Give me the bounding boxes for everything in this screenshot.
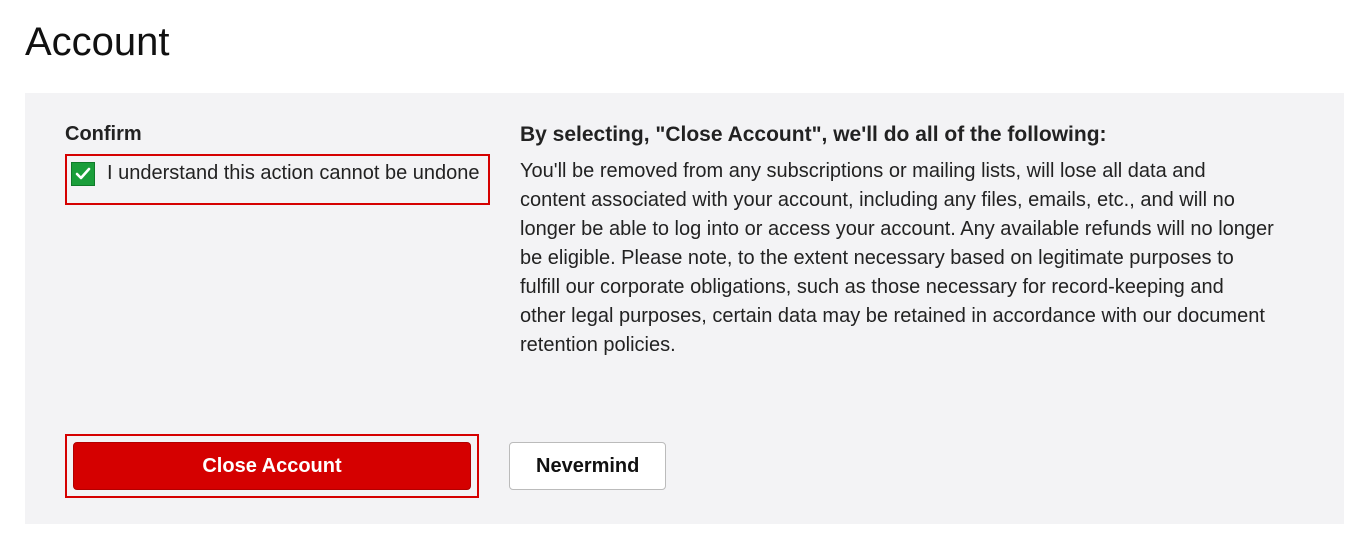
confirm-checkbox-row: I understand this action cannot be undon… [71, 160, 482, 187]
confirm-highlight-box: I understand this action cannot be undon… [65, 154, 490, 205]
info-column: By selecting, "Close Account", we'll do … [520, 123, 1304, 360]
panel-top: Confirm I understand this action cannot … [65, 123, 1304, 360]
confirm-checkbox[interactable] [71, 162, 95, 186]
close-account-highlight-box: Close Account [65, 434, 479, 498]
confirm-column: Confirm I understand this action cannot … [65, 123, 490, 205]
info-heading: By selecting, "Close Account", we'll do … [520, 123, 1274, 147]
nevermind-button[interactable]: Nevermind [509, 442, 666, 490]
page-title: Account [25, 20, 1344, 65]
info-body: You'll be removed from any subscriptions… [520, 157, 1274, 360]
checkmark-icon [75, 166, 91, 182]
close-account-button[interactable]: Close Account [73, 442, 471, 490]
button-row: Close Account Nevermind [65, 434, 1304, 498]
account-close-panel: Confirm I understand this action cannot … [25, 93, 1344, 524]
confirm-checkbox-label: I understand this action cannot be undon… [107, 160, 480, 187]
confirm-heading: Confirm [65, 123, 490, 146]
